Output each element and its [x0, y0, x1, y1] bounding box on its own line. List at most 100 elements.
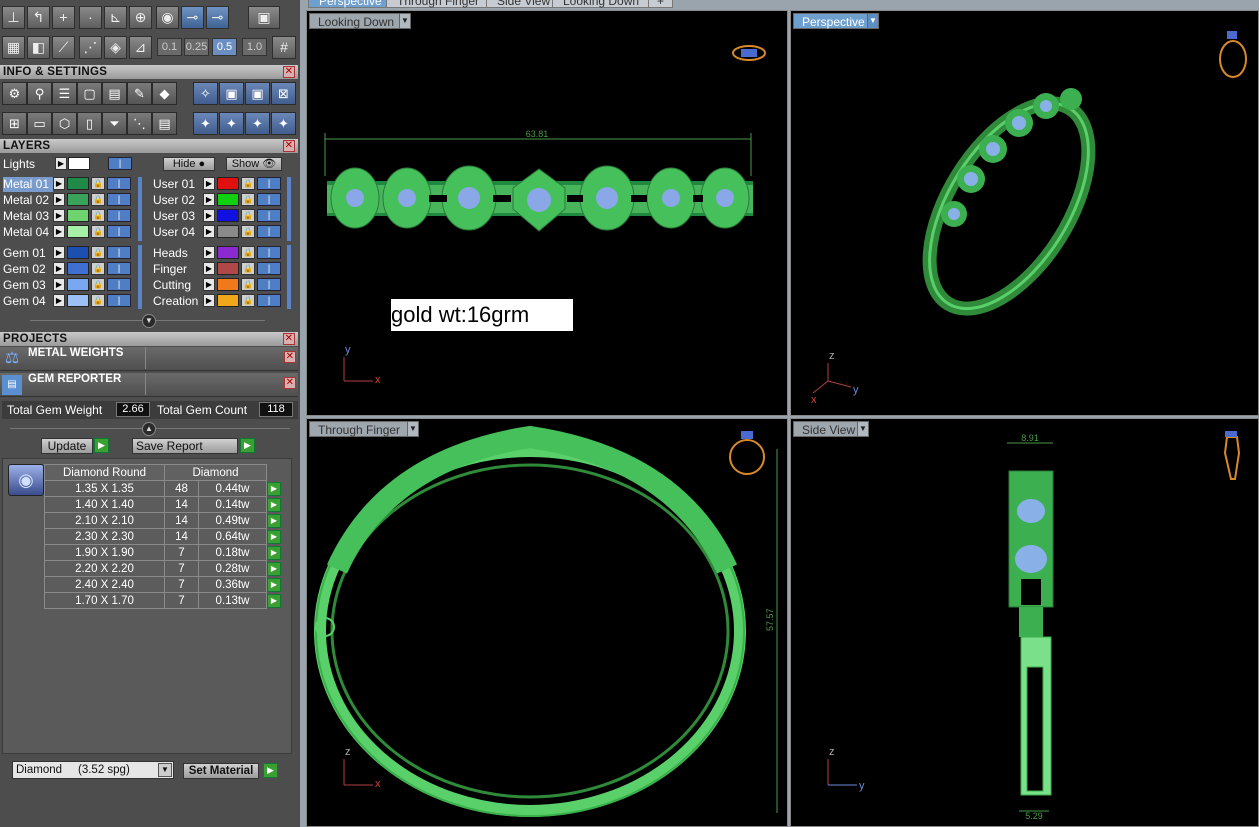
expand-arrow-icon[interactable]: ▶ — [53, 278, 65, 291]
measure-tool-icon[interactable]: ⟋ — [52, 36, 75, 59]
curve-tool-icon[interactable]: ↰ — [27, 6, 50, 29]
expand-arrow-icon[interactable]: ▶ — [203, 278, 215, 291]
collapse-toggle-icon[interactable]: ▼ — [142, 314, 156, 328]
expand-arrow-icon[interactable]: ▶ — [53, 225, 65, 238]
layer-row[interactable]: User 02 ▶ 🔒 | — [150, 193, 290, 208]
layer-color-swatch[interactable] — [67, 209, 89, 222]
render-delete-icon[interactable]: ⊠ — [271, 82, 296, 105]
layer-color-swatch[interactable] — [217, 294, 239, 307]
layer-row[interactable]: Finger ▶ 🔒 | — [150, 262, 290, 277]
show-button[interactable]: Show 👁 — [226, 157, 282, 171]
material-brush-icon[interactable]: ✧ — [193, 82, 218, 105]
angle-tool-icon[interactable]: ⊾ — [104, 6, 127, 29]
lock-icon[interactable]: 🔒 — [91, 278, 105, 291]
gem-cut-add-icon[interactable]: ✦ — [245, 112, 270, 135]
tab-side-view[interactable]: Side View — [486, 0, 562, 8]
layer-color-swatch[interactable] — [217, 177, 239, 190]
lock-icon[interactable]: 🔒 — [91, 177, 105, 190]
visibility-toggle[interactable]: | — [107, 262, 131, 275]
point-tool-icon[interactable]: · — [79, 6, 102, 29]
lock-icon[interactable]: 🔒 — [241, 225, 255, 238]
layer-color-swatch[interactable] — [217, 193, 239, 206]
set-material-button[interactable]: Set Material — [183, 763, 259, 779]
layer-row[interactable]: Metal 03 ▶ 🔒 | — [0, 209, 140, 224]
expand-arrow-icon[interactable]: ▶ — [203, 177, 215, 190]
viewport-through-finger[interactable]: Through Finger ▼ 57.57 z x — [306, 418, 788, 827]
settings-gear-icon[interactable]: ⚙ — [2, 82, 27, 105]
layer-row[interactable]: Gem 01 ▶ 🔒 | — [0, 246, 140, 261]
layer-row[interactable]: Metal 02 ▶ 🔒 | — [0, 193, 140, 208]
render-frame-icon[interactable]: ▣ — [219, 82, 244, 105]
visibility-toggle[interactable]: | — [107, 246, 131, 259]
increment-1-0[interactable]: 1.0 — [242, 38, 267, 56]
layer-row[interactable]: Creation ▶ 🔒 | — [150, 294, 290, 309]
layer-row[interactable]: Cutting ▶ 🔒 | — [150, 278, 290, 293]
row-go-icon[interactable]: ▶ — [267, 513, 281, 528]
layer-row[interactable]: Gem 03 ▶ 🔒 | — [0, 278, 140, 293]
material-select[interactable]: Diamond (3.52 spg) ▼ — [12, 761, 174, 779]
cross-tool-icon[interactable]: + — [52, 6, 75, 29]
cube-purple-icon[interactable]: ◆ — [152, 82, 177, 105]
save-report-go-icon[interactable]: ▶ — [240, 438, 255, 453]
lights-visibility-toggle[interactable]: | — [108, 157, 132, 170]
row-go-icon[interactable]: ▶ — [267, 561, 281, 576]
row-go-icon[interactable]: ▶ — [267, 497, 281, 512]
expand-arrow-icon[interactable]: ▶ — [203, 193, 215, 206]
expand-arrow-icon[interactable]: ▶ — [203, 209, 215, 222]
increment-0-25[interactable]: 0.25 — [184, 38, 209, 56]
layer-color-swatch[interactable] — [217, 246, 239, 259]
layer-row[interactable]: Metal 04 ▶ 🔒 | — [0, 225, 140, 240]
circle-tool-icon[interactable]: ◉ — [156, 6, 179, 29]
visibility-toggle[interactable]: | — [107, 193, 131, 206]
expand-arrow-icon[interactable]: ▶ — [53, 294, 65, 307]
expand-arrow-icon[interactable]: ▶ — [203, 262, 215, 275]
visibility-toggle[interactable]: | — [257, 278, 281, 291]
lock-icon[interactable]: 🔒 — [241, 278, 255, 291]
gem-cut-alt-icon[interactable]: ✦ — [219, 112, 244, 135]
layer-color-swatch[interactable] — [217, 209, 239, 222]
layer-color-swatch[interactable] — [67, 193, 89, 206]
box-icon[interactable]: ▢ — [77, 82, 102, 105]
layer-color-swatch[interactable] — [67, 225, 89, 238]
book-icon[interactable]: ▯ — [77, 112, 102, 135]
collapse-toggle-icon[interactable]: ▲ — [142, 422, 156, 436]
visibility-toggle[interactable]: | — [107, 209, 131, 222]
layer-row[interactable]: Heads ▶ 🔒 | — [150, 246, 290, 261]
viewport-looking-down[interactable]: Looking Down ▼ 63.81 y x gold wt:16grm — [306, 10, 788, 416]
expand-arrow-icon[interactable]: ▶ — [53, 177, 65, 190]
lock-icon[interactable]: 🔒 — [91, 225, 105, 238]
chevron-down-icon[interactable]: ▼ — [158, 763, 172, 777]
expand-arrow-icon[interactable]: ▶ — [203, 246, 215, 259]
gem-cut-icon[interactable]: ✦ — [193, 112, 218, 135]
hide-button[interactable]: Hide ● — [163, 157, 215, 171]
layer-color-swatch[interactable] — [67, 262, 89, 275]
layer-row[interactable]: User 04 ▶ 🔒 | — [150, 225, 290, 240]
frame-tool-icon[interactable]: ▣ — [248, 6, 280, 29]
expand-arrow-icon[interactable]: ▶ — [55, 157, 67, 170]
update-go-icon[interactable]: ▶ — [94, 438, 109, 453]
lock-icon[interactable]: 🔒 — [241, 209, 255, 222]
lock-icon[interactable]: 🔒 — [241, 294, 255, 307]
target-tool-icon[interactable]: ⊕ — [129, 6, 152, 29]
viewport-perspective[interactable]: Perspective ▼ z y x — [790, 10, 1259, 416]
layers-stack-icon[interactable]: ☰ — [52, 82, 77, 105]
tab-perspective[interactable]: Perspective — [308, 0, 393, 8]
layer-color-swatch[interactable] — [67, 246, 89, 259]
snap-line-icon[interactable]: ⋰ — [79, 36, 102, 59]
close-icon[interactable]: ✕ — [283, 140, 295, 152]
lock-icon[interactable]: 🔒 — [241, 177, 255, 190]
layer-color-swatch[interactable] — [217, 278, 239, 291]
lock-icon[interactable]: 🔒 — [241, 193, 255, 206]
add-tab-icon[interactable]: + — [648, 0, 674, 8]
visibility-toggle[interactable]: | — [257, 225, 281, 238]
lock-icon[interactable]: 🔒 — [91, 262, 105, 275]
save-report-button[interactable]: Save Report — [132, 438, 238, 454]
visibility-toggle[interactable]: | — [107, 294, 131, 307]
visibility-toggle[interactable]: | — [107, 225, 131, 238]
viewport-side-view[interactable]: Side View ▼ 8.91 5.29 z y — [790, 418, 1259, 827]
expand-arrow-icon[interactable]: ▶ — [53, 209, 65, 222]
lock-icon[interactable]: 🔒 — [241, 262, 255, 275]
layer-color-swatch[interactable] — [67, 294, 89, 307]
layer-color-swatch[interactable] — [217, 262, 239, 275]
row-go-icon[interactable]: ▶ — [267, 593, 281, 608]
